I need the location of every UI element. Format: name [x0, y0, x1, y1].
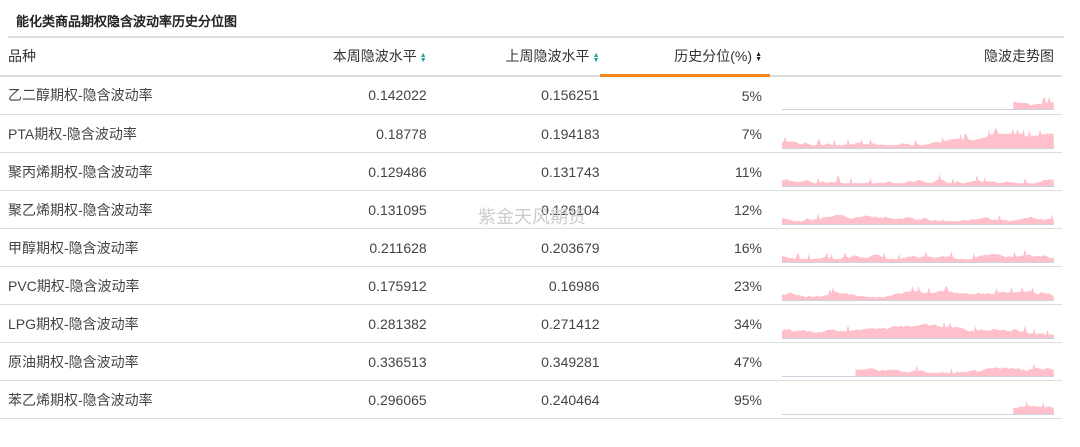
iv-sparkline — [782, 248, 1054, 263]
this-week-iv: 0.18778 — [234, 114, 427, 153]
percentile: 95% — [599, 380, 770, 419]
sparkline-cell — [770, 342, 1062, 381]
iv-sparkline — [782, 173, 1054, 187]
sparkline-area — [782, 212, 1054, 224]
last-week-iv: 0.16986 — [426, 266, 600, 305]
table-row[interactable]: 原油期权-隐含波动率 0.336513 0.349281 47% — [0, 342, 1062, 381]
sparkline-cell — [770, 114, 1062, 153]
last-week-iv: 0.271412 — [426, 304, 600, 343]
table-row[interactable]: 聚丙烯期权-隐含波动率 0.129486 0.131743 11% — [0, 152, 1062, 191]
last-week-iv: 0.126104 — [426, 190, 600, 229]
table-row[interactable]: 甲醇期权-隐含波动率 0.211628 0.203679 16% — [0, 228, 1062, 267]
sparkline-cell — [770, 152, 1062, 191]
sparkline-area — [782, 173, 1054, 186]
header-this-week[interactable]: 本周隐波水平 ▲ ▼ — [234, 38, 427, 77]
header-name: 品种 — [0, 38, 235, 77]
iv-sparkline — [782, 212, 1054, 225]
iv-sparkline — [782, 362, 1054, 377]
this-week-iv: 0.175912 — [234, 266, 427, 305]
sparkline-cell — [770, 266, 1062, 305]
sparkline-area — [1013, 400, 1054, 414]
product-name: LPG期权-隐含波动率 — [0, 304, 235, 343]
sort-icon[interactable]: ▲ ▼ — [419, 52, 427, 64]
product-name: 原油期权-隐含波动率 — [0, 342, 235, 381]
product-name: 聚丙烯期权-隐含波动率 — [0, 152, 235, 191]
sparkline-cell — [770, 380, 1062, 419]
product-name: 乙二醇期权-隐含波动率 — [0, 75, 235, 115]
table-row[interactable]: 聚乙烯期权-隐含波动率 0.131095 0.126104 12% — [0, 190, 1062, 229]
volatility-table: 品种 本周隐波水平 ▲ ▼ 上周隐波水平 ▲ ▼ 历史分位(%) ▲ ▼ 隐波走势图 乙二醇… — [0, 38, 1062, 419]
header-last-week[interactable]: 上周隐波水平 ▲ ▼ — [426, 38, 600, 77]
sparkline-cell — [770, 75, 1062, 115]
percentile: 34% — [599, 304, 770, 343]
sparkline-area — [855, 362, 1054, 376]
product-name: 聚乙烯期权-隐含波动率 — [0, 190, 235, 229]
iv-sparkline — [782, 96, 1054, 111]
header-percentile[interactable]: 历史分位(%) ▲ ▼ — [599, 38, 770, 77]
product-name: 甲醇期权-隐含波动率 — [0, 228, 235, 267]
table-row[interactable]: 乙二醇期权-隐含波动率 0.142022 0.156251 5% — [0, 75, 1062, 115]
last-week-iv: 0.194183 — [426, 114, 600, 153]
iv-sparkline — [782, 127, 1054, 149]
last-week-iv: 0.240464 — [426, 380, 600, 419]
percentile: 12% — [599, 190, 770, 229]
this-week-iv: 0.281382 — [234, 304, 427, 343]
header-trend: 隐波走势图 — [770, 38, 1062, 77]
sparkline-cell — [770, 304, 1062, 343]
sort-desc-icon[interactable]: ▲ ▼ — [754, 51, 762, 63]
this-week-iv: 0.211628 — [234, 228, 427, 267]
this-week-iv: 0.131095 — [234, 190, 427, 229]
sparkline-area — [782, 248, 1054, 262]
sparkline-area — [782, 285, 1054, 300]
product-name: 苯乙烯期权-隐含波动率 — [0, 380, 235, 419]
last-week-iv: 0.131743 — [426, 152, 600, 191]
percentile: 5% — [599, 75, 770, 115]
percentile: 11% — [599, 152, 770, 191]
sort-icon[interactable]: ▲ ▼ — [592, 52, 600, 64]
this-week-iv: 0.296065 — [234, 380, 427, 419]
percentile: 47% — [599, 342, 770, 381]
percentile: 16% — [599, 228, 770, 267]
sparkline-cell — [770, 190, 1062, 229]
iv-sparkline — [782, 321, 1054, 339]
this-week-iv: 0.142022 — [234, 75, 427, 115]
iv-sparkline — [782, 285, 1054, 301]
this-week-iv: 0.129486 — [234, 152, 427, 191]
last-week-iv: 0.156251 — [426, 75, 600, 115]
table-row[interactable]: PVC期权-隐含波动率 0.175912 0.16986 23% — [0, 266, 1062, 305]
iv-sparkline — [782, 400, 1054, 415]
sparkline-area — [782, 321, 1054, 338]
page-title: 能化类商品期权隐含波动率历史分位图 — [16, 15, 238, 30]
sparkline-cell — [770, 228, 1062, 267]
product-name: PTA期权-隐含波动率 — [0, 114, 235, 153]
table-row[interactable]: 苯乙烯期权-隐含波动率 0.296065 0.240464 95% — [0, 380, 1062, 419]
sparkline-area — [1013, 96, 1054, 110]
last-week-iv: 0.203679 — [426, 228, 600, 267]
table-row[interactable]: LPG期权-隐含波动率 0.281382 0.271412 34% — [0, 304, 1062, 343]
percentile: 23% — [599, 266, 770, 305]
last-week-iv: 0.349281 — [426, 342, 600, 381]
percentile: 7% — [599, 114, 770, 153]
sparkline-area — [782, 127, 1054, 148]
this-week-iv: 0.336513 — [234, 342, 427, 381]
table-row[interactable]: PTA期权-隐含波动率 0.18778 0.194183 7% — [0, 114, 1062, 153]
product-name: PVC期权-隐含波动率 — [0, 266, 235, 305]
